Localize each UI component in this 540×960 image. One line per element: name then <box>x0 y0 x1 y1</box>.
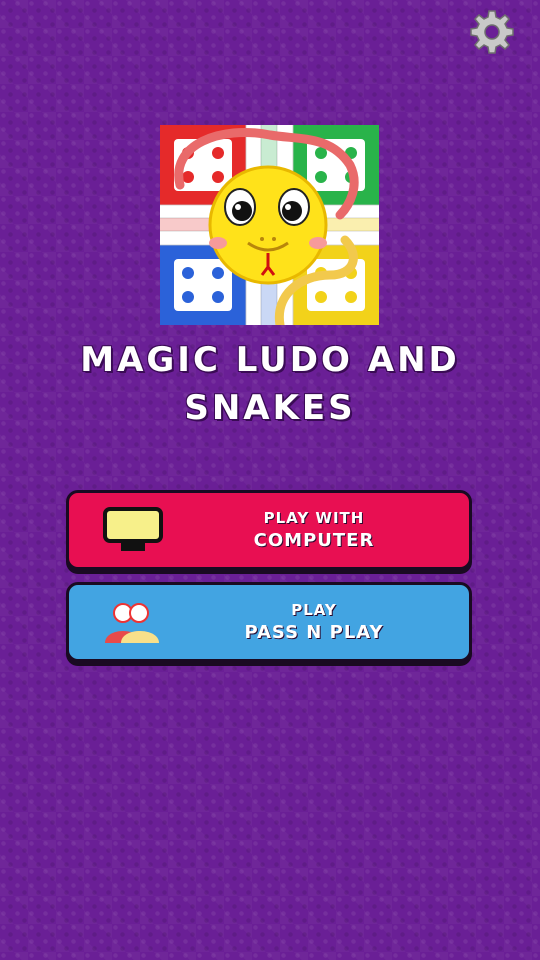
game-logo <box>160 125 379 330</box>
computer-monitor-icon <box>103 507 163 551</box>
game-title: MAGIC LUDO AND SNAKES <box>20 336 520 432</box>
title-line-1: MAGIC LUDO AND <box>80 340 460 380</box>
pass-n-play-button[interactable]: PLAY PASS N PLAY <box>66 582 472 662</box>
two-players-icon <box>105 603 159 643</box>
computer-button-label: PLAY WITH COMPUTER <box>179 493 449 567</box>
title-line-2: SNAKES <box>184 388 356 428</box>
snake-face <box>208 165 328 285</box>
settings-button[interactable] <box>466 8 518 56</box>
pass-button-line1: PLAY <box>291 601 337 619</box>
pass-button-label: PLAY PASS N PLAY <box>179 585 449 659</box>
gear-icon <box>470 10 514 54</box>
computer-button-line2: COMPUTER <box>253 530 375 551</box>
computer-button-line1: PLAY WITH <box>263 509 365 527</box>
play-with-computer-button[interactable]: PLAY WITH COMPUTER <box>66 490 472 570</box>
pass-button-line2: PASS N PLAY <box>244 622 384 643</box>
